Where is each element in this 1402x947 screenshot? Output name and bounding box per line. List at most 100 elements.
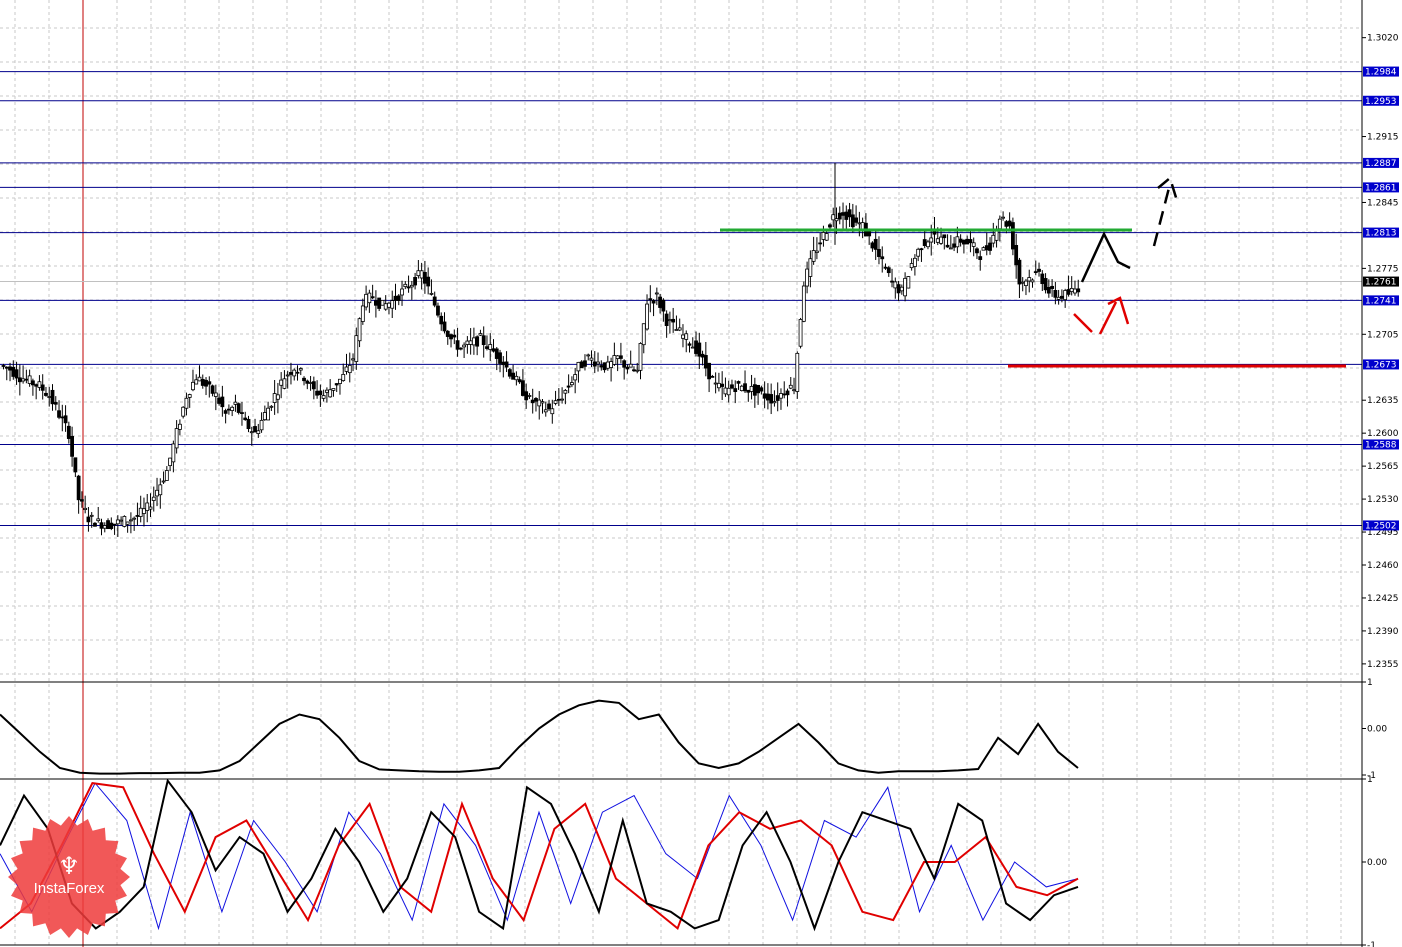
candle-body bbox=[1033, 271, 1038, 274]
candle-body bbox=[857, 222, 862, 225]
candle-body bbox=[703, 355, 708, 369]
candle-body bbox=[289, 372, 293, 375]
candle-body bbox=[272, 393, 277, 403]
candle-body bbox=[174, 428, 179, 449]
candle-body bbox=[978, 256, 983, 260]
candle-body bbox=[622, 360, 627, 368]
candle-body bbox=[197, 376, 202, 382]
chart-canvas: 1.3020 1.2915 1.2845 1.2775 1.2705 1.2635 1.26… bbox=[0, 0, 1399, 947]
candle-body bbox=[364, 293, 369, 308]
candle-body bbox=[926, 241, 930, 248]
candle-body bbox=[671, 318, 676, 323]
candle-body bbox=[749, 385, 754, 392]
candle-body bbox=[730, 384, 734, 389]
candle-body bbox=[230, 406, 235, 411]
axis-tick-label: 1.2355 bbox=[1367, 660, 1399, 670]
candle-body bbox=[697, 342, 702, 357]
candle-body bbox=[151, 496, 156, 501]
candle-body bbox=[383, 303, 388, 310]
candle-body bbox=[811, 250, 816, 262]
candle-body bbox=[968, 239, 973, 244]
candle-body bbox=[187, 394, 192, 398]
candle-body bbox=[677, 327, 682, 331]
candle-body bbox=[775, 395, 780, 401]
osc-axis-label: 1 bbox=[1367, 678, 1373, 688]
candle-body bbox=[717, 382, 721, 389]
axis-tick-label: 1.2390 bbox=[1367, 627, 1399, 637]
candle-body bbox=[818, 242, 823, 245]
axis-tick-label: 1.2845 bbox=[1367, 198, 1399, 208]
candle-body bbox=[579, 361, 584, 369]
candle-body bbox=[311, 381, 316, 390]
candle-body bbox=[213, 392, 218, 397]
candle-body bbox=[223, 410, 228, 414]
candle-body bbox=[782, 393, 787, 396]
candle-body bbox=[521, 380, 525, 396]
candle-body bbox=[53, 402, 58, 405]
candle-body bbox=[668, 319, 672, 322]
candle-body bbox=[788, 384, 793, 389]
candle-body bbox=[89, 514, 94, 517]
candle-body bbox=[511, 372, 516, 380]
candle-body bbox=[109, 522, 114, 529]
candle-body bbox=[99, 522, 104, 529]
candle-body bbox=[909, 263, 914, 269]
candle-body bbox=[615, 355, 620, 359]
level-label: 1.2861 bbox=[1365, 183, 1397, 193]
candle-body bbox=[406, 286, 411, 289]
candle-body bbox=[648, 298, 653, 301]
osc-axis-label: -1 bbox=[1367, 941, 1376, 947]
osc-axis-label: 0.00 bbox=[1367, 725, 1387, 735]
candle-body bbox=[1011, 222, 1015, 250]
candle-body bbox=[988, 242, 992, 251]
candle-body bbox=[837, 212, 842, 220]
candle-body bbox=[341, 373, 346, 382]
candle-body bbox=[256, 430, 261, 434]
candle-body bbox=[57, 410, 61, 418]
candle-body bbox=[436, 305, 440, 316]
candle-body bbox=[1, 365, 6, 367]
candle-body bbox=[609, 361, 613, 368]
candle-body bbox=[475, 336, 480, 347]
candle-body bbox=[44, 392, 48, 396]
candle-body bbox=[635, 369, 640, 372]
candle-body bbox=[367, 292, 372, 304]
candle-body bbox=[148, 506, 153, 510]
candle-body bbox=[801, 285, 806, 322]
candle-body bbox=[942, 234, 947, 239]
candle-body bbox=[102, 525, 107, 529]
candle-body bbox=[168, 457, 173, 467]
candle-body bbox=[935, 238, 940, 243]
candle-body bbox=[625, 366, 630, 370]
candle-body bbox=[645, 303, 649, 330]
candle-body bbox=[589, 357, 594, 361]
candle-body bbox=[710, 375, 715, 378]
candle-body bbox=[700, 353, 705, 358]
candle-body bbox=[96, 518, 101, 522]
candle-body bbox=[517, 379, 522, 383]
candle-body bbox=[220, 396, 225, 408]
candle-body bbox=[1056, 296, 1061, 300]
candle-body bbox=[177, 423, 182, 430]
candle-body bbox=[850, 214, 855, 228]
candle-body bbox=[481, 335, 486, 346]
candle-body bbox=[612, 355, 617, 365]
candle-body bbox=[194, 379, 199, 385]
level-label: 1.2813 bbox=[1365, 229, 1397, 239]
axis-tick-label: 1.2775 bbox=[1367, 264, 1399, 274]
candle-body bbox=[619, 355, 623, 359]
candle-body bbox=[808, 258, 813, 277]
candle-body bbox=[158, 484, 163, 496]
candle-body bbox=[658, 296, 662, 308]
candle-body bbox=[63, 415, 68, 424]
candle-body bbox=[485, 346, 489, 349]
candle-body bbox=[181, 406, 186, 417]
candle-body bbox=[262, 412, 267, 421]
candle-body bbox=[570, 382, 574, 386]
candle-body bbox=[315, 390, 320, 396]
candle-body bbox=[687, 343, 692, 346]
candle-body bbox=[556, 398, 561, 401]
candle-body bbox=[720, 383, 725, 387]
candle-body bbox=[674, 329, 679, 331]
candle-body bbox=[1043, 278, 1048, 291]
